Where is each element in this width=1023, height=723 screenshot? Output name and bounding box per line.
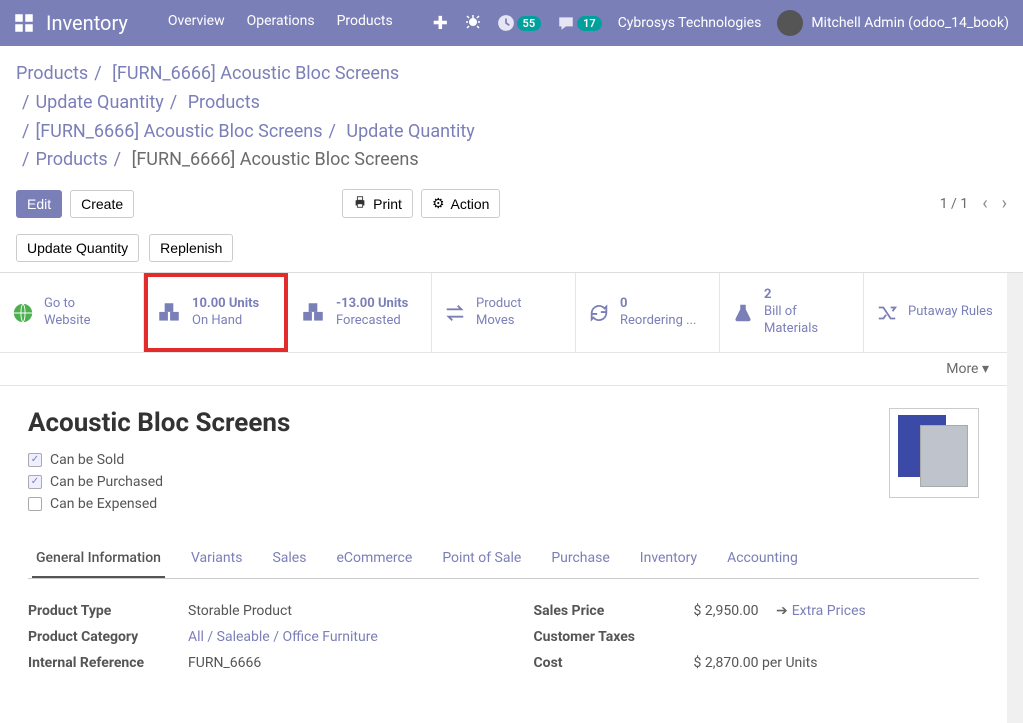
stat-bom[interactable]: 2Bill of Materials <box>720 273 864 352</box>
crumb-1[interactable]: [FURN_6666] Acoustic Bloc Screens <box>112 63 399 84</box>
stat-reordering[interactable]: 0Reordering ... <box>576 273 720 352</box>
extra-prices-link[interactable]: ➔Extra Prices <box>772 603 866 619</box>
flask-icon <box>732 302 754 324</box>
company-name[interactable]: Cybrosys Technologies <box>618 15 762 31</box>
gear-icon: ⚙ <box>432 195 445 212</box>
caret-down-icon: ▾ <box>982 361 989 377</box>
tab-accounting[interactable]: Accounting <box>723 540 802 578</box>
form-view: Go toWebsite 10.00 UnitsOn Hand -13.00 U… <box>0 273 1007 723</box>
main-menu: Overview Operations Products ✚ <box>168 13 448 34</box>
action-button[interactable]: ⚙ Action <box>421 189 500 218</box>
messaging-badge[interactable]: 17 <box>557 14 602 32</box>
pager-next-icon[interactable]: › <box>1002 193 1007 214</box>
tab-pos[interactable]: Point of Sale <box>438 540 525 578</box>
crumb-0[interactable]: Products <box>16 63 88 84</box>
exchange-icon <box>444 302 466 324</box>
pager: 1 / 1 ‹ › <box>940 193 1007 214</box>
create-button[interactable]: Create <box>70 190 134 218</box>
tab-general-information[interactable]: General Information <box>32 540 165 578</box>
checkbox-can-be-sold[interactable]: ✓ <box>28 453 42 467</box>
edit-button[interactable]: Edit <box>16 190 62 218</box>
stat-goto-website[interactable]: Go toWebsite <box>0 273 144 352</box>
field-cost: Cost $ 2,870.00 per Units <box>534 655 980 671</box>
tab-inventory[interactable]: Inventory <box>636 540 701 578</box>
scrollbar[interactable] <box>1007 273 1023 723</box>
avatar <box>777 10 803 36</box>
product-image[interactable] <box>889 408 979 498</box>
field-product-category: Product Category All / Saleable / Office… <box>28 629 474 645</box>
print-icon <box>353 195 367 212</box>
field-sales-price: Sales Price $ 2,950.00 ➔Extra Prices <box>534 603 980 619</box>
crumb-6[interactable]: Products <box>35 149 107 170</box>
user-menu[interactable]: Mitchell Admin (odoo_14_book) <box>777 10 1009 36</box>
pager-text: 1 / 1 <box>940 196 968 212</box>
crumb-5[interactable]: Update Quantity <box>346 121 474 142</box>
checkbox-can-be-expensed[interactable] <box>28 497 42 511</box>
menu-products[interactable]: Products <box>337 13 393 34</box>
globe-icon <box>12 302 34 324</box>
refresh-icon <box>588 302 610 324</box>
top-navbar: Inventory Overview Operations Products ✚… <box>0 0 1023 46</box>
replenish-button[interactable]: Replenish <box>149 234 233 262</box>
menu-operations[interactable]: Operations <box>247 13 315 34</box>
plus-icon[interactable]: ✚ <box>433 13 448 34</box>
activity-count: 55 <box>517 16 542 31</box>
checkbox-can-be-purchased[interactable]: ✓ <box>28 475 42 489</box>
crumb-3[interactable]: Products <box>188 92 260 113</box>
can-be-sold-row: ✓Can be Sold <box>28 452 290 468</box>
toolbar: Edit Create Print ⚙ Action 1 / 1 ‹ › <box>0 185 1023 230</box>
stat-more-row: More ▾ <box>0 353 1007 386</box>
tab-variants[interactable]: Variants <box>187 540 247 578</box>
stat-on-hand[interactable]: 10.00 UnitsOn Hand <box>144 273 288 352</box>
print-button[interactable]: Print <box>342 189 413 218</box>
stat-product-moves[interactable]: Product Moves <box>432 273 576 352</box>
product-name: Acoustic Bloc Screens <box>28 408 290 438</box>
activity-badge[interactable]: 55 <box>497 14 542 32</box>
can-be-purchased-row: ✓Can be Purchased <box>28 474 290 490</box>
boxes-icon <box>156 300 182 326</box>
crumb-7: [FURN_6666] Acoustic Bloc Screens <box>132 149 419 170</box>
bug-icon[interactable] <box>465 13 481 33</box>
pager-prev-icon[interactable]: ‹ <box>982 193 987 214</box>
more-button[interactable]: More ▾ <box>946 361 989 377</box>
app-title[interactable]: Inventory <box>46 11 128 35</box>
shuffle-icon <box>876 302 898 324</box>
sub-toolbar: Update Quantity Replenish <box>0 230 1023 273</box>
stat-putaway[interactable]: Putaway Rules <box>864 273 1007 352</box>
can-be-expensed-row: Can be Expensed <box>28 496 290 512</box>
menu-overview[interactable]: Overview <box>168 13 225 34</box>
crumb-4[interactable]: [FURN_6666] Acoustic Bloc Screens <box>35 121 322 142</box>
crumb-2[interactable]: Update Quantity <box>35 92 163 113</box>
field-product-type: Product Type Storable Product <box>28 603 474 619</box>
arrow-right-icon: ➔ <box>776 603 788 619</box>
update-quantity-button[interactable]: Update Quantity <box>16 234 139 262</box>
breadcrumb: Products/ [FURN_6666] Acoustic Bloc Scre… <box>0 46 1023 185</box>
messaging-count: 17 <box>577 16 602 31</box>
apps-icon[interactable] <box>14 13 34 33</box>
boxes-icon <box>300 300 326 326</box>
user-name: Mitchell Admin (odoo_14_book) <box>811 15 1009 31</box>
tab-ecommerce[interactable]: eCommerce <box>332 540 416 578</box>
tab-purchase[interactable]: Purchase <box>547 540 613 578</box>
form-tabs: General Information Variants Sales eComm… <box>28 540 979 579</box>
stat-bar: Go toWebsite 10.00 UnitsOn Hand -13.00 U… <box>0 273 1007 353</box>
stat-forecasted[interactable]: -13.00 UnitsForecasted <box>288 273 432 352</box>
tab-sales[interactable]: Sales <box>268 540 310 578</box>
field-customer-taxes: Customer Taxes <box>534 629 980 645</box>
field-internal-reference: Internal Reference FURN_6666 <box>28 655 474 671</box>
